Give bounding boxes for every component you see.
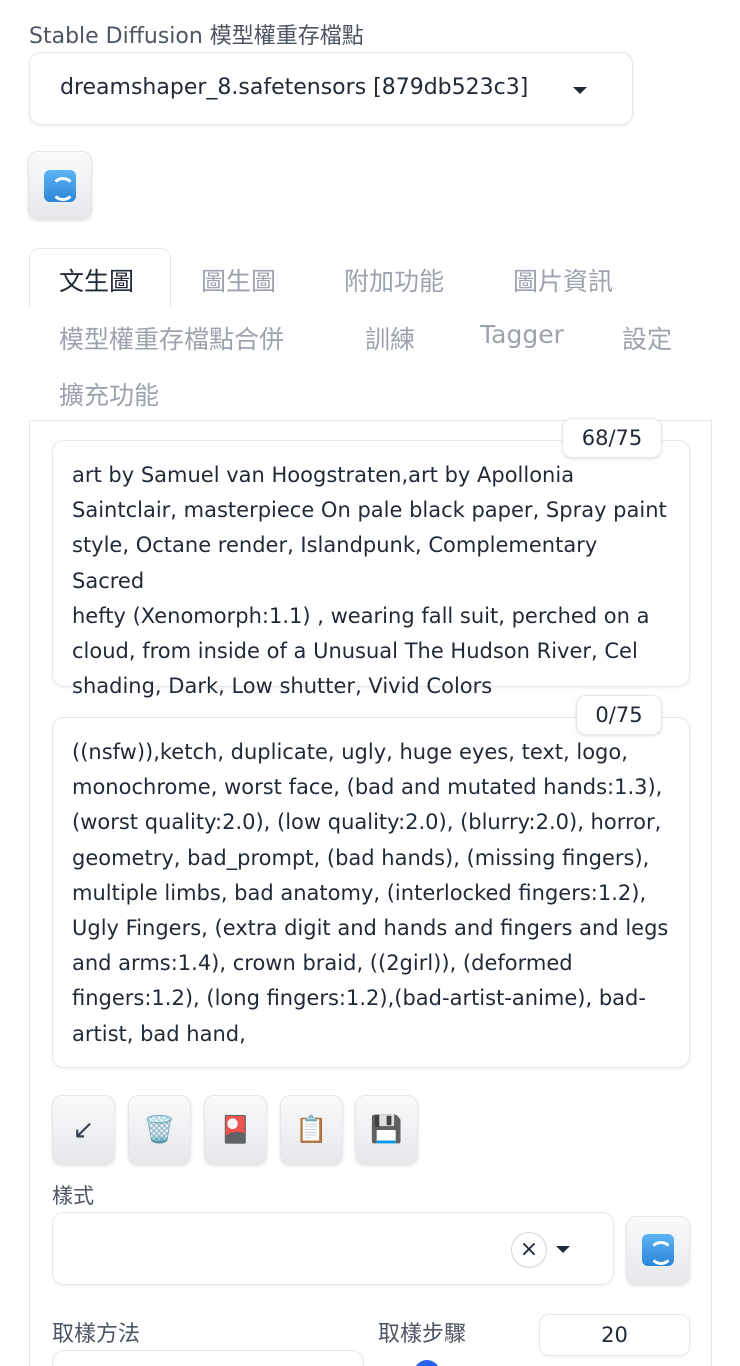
prompt-line: hefty (Xenomorph:1.1) , wearing fall sui… <box>72 603 650 628</box>
prompt-textarea[interactable]: art by Samuel van Hoogstraten,art by Apo… <box>52 440 690 698</box>
tab-settings[interactable]: 設定 <box>622 320 672 356</box>
negative-prompt-line: monochrome, worst face, (bad and mutated… <box>72 775 663 800</box>
flower-card-icon: 🎴 <box>219 1114 252 1145</box>
styles-dropdown[interactable]: × <box>52 1212 614 1285</box>
model-dropdown-value: dreamshaper_8.safetensors [879db523c3] <box>60 75 529 100</box>
tab-extras[interactable]: 附加功能 <box>344 262 444 298</box>
negative-prompt-textarea[interactable]: ((nsfw)),ketch, duplicate, ugly, huge ey… <box>52 717 690 1068</box>
read-generation-params-button[interactable]: ↙ <box>52 1095 115 1164</box>
sampler-label: 取樣方法 <box>52 1322 141 1347</box>
prompt-line: cloud, from inside of a Unusual The Huds… <box>72 639 638 664</box>
prompt-line: style, Octane render, Islandpunk, Comple… <box>72 533 598 593</box>
model-dropdown[interactable]: dreamshaper_8.safetensors [879db523c3] <box>29 52 633 125</box>
tab-img2img[interactable]: 圖生圖 <box>201 262 276 298</box>
refresh-icon <box>44 170 76 202</box>
arrow-down-left-icon: ↙ <box>72 1114 95 1145</box>
refresh-icon <box>642 1234 674 1266</box>
refresh-models-button[interactable] <box>28 151 92 219</box>
tab-png-info[interactable]: 圖片資訊 <box>513 262 613 298</box>
negative-prompt-line: (worst quality:2.0), (low quality:2.0), … <box>72 810 662 835</box>
tab-train[interactable]: 訓練 <box>365 320 415 356</box>
chevron-down-icon <box>556 1246 570 1253</box>
negative-prompt-line: fingers:1.2), (long fingers:1.2),(bad-ar… <box>72 986 646 1011</box>
save-style-button[interactable]: 💾 <box>355 1095 418 1164</box>
sampler-dropdown[interactable] <box>52 1350 364 1366</box>
negative-prompt-token-counter: 0/75 <box>576 695 662 735</box>
extra-networks-button[interactable]: 🎴 <box>204 1095 267 1164</box>
prompt-token-counter: 68/75 <box>562 418 662 458</box>
chevron-down-icon <box>573 87 587 94</box>
prompt-line: art by Samuel van Hoogstraten,art by Apo… <box>72 463 575 487</box>
tab-txt2img[interactable]: 文生圖 <box>59 262 134 298</box>
negative-prompt-line: geometry, bad_prompt, (bad hands), (miss… <box>72 845 650 870</box>
refresh-styles-button[interactable] <box>626 1216 690 1284</box>
prompt-line: Saintclair, masterpiece On pale black pa… <box>72 498 667 523</box>
negative-prompt-line: Ugly Fingers, (extra digit and hands and… <box>72 916 669 941</box>
steps-number-input[interactable]: 20 <box>539 1314 690 1356</box>
styles-label: 樣式 <box>52 1184 94 1208</box>
negative-prompt-line: ((nsfw)),ketch, duplicate, ugly, huge ey… <box>72 740 628 764</box>
clear-styles-button[interactable]: × <box>511 1232 547 1268</box>
floppy-disk-icon: 💾 <box>370 1114 403 1145</box>
negative-prompt-line: multiple limbs, bad anatomy, (interlocke… <box>72 880 647 905</box>
trash-icon: 🗑️ <box>143 1114 176 1145</box>
clipboard-icon: 📋 <box>295 1114 328 1145</box>
tab-tagger[interactable]: Tagger <box>480 320 564 349</box>
tab-checkpoint-merger[interactable]: 模型權重存檔點合併 <box>59 320 284 356</box>
model-label: Stable Diffusion 模型權重存檔點 <box>29 24 364 49</box>
negative-prompt-line: and arms:1.4), crown braid, ((2girl)), (… <box>72 951 573 976</box>
clear-prompt-button[interactable]: 🗑️ <box>128 1095 191 1164</box>
negative-prompt-line: artist, bad hand, <box>72 1021 246 1046</box>
apply-style-button[interactable]: 📋 <box>280 1095 343 1164</box>
steps-label: 取樣步驟 <box>378 1322 467 1347</box>
tab-extensions[interactable]: 擴充功能 <box>59 376 159 412</box>
